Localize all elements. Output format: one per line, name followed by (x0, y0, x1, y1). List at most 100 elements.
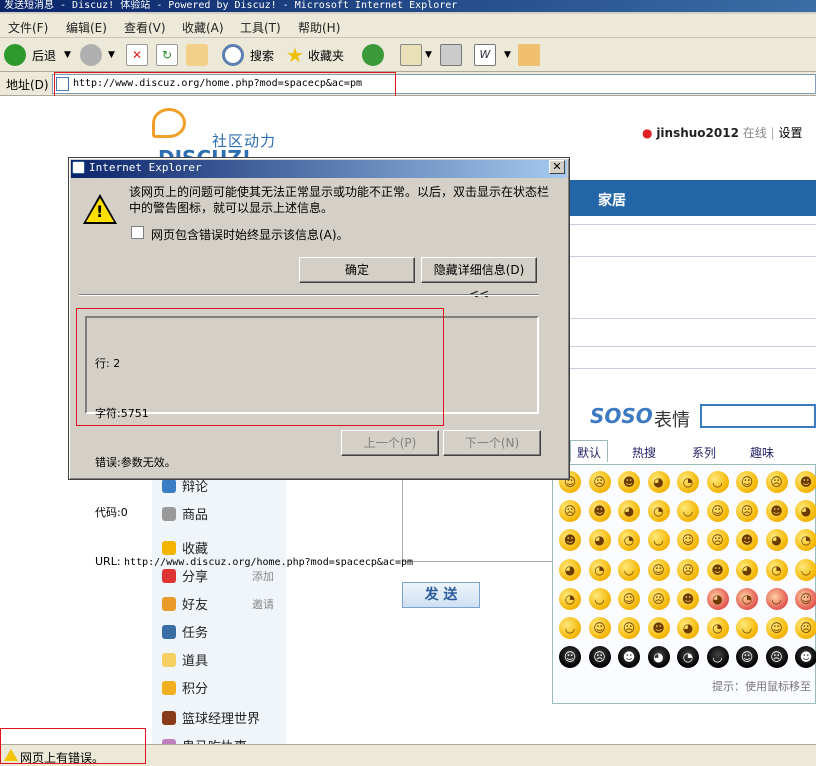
emoji-icon[interactable]: ☹ (559, 500, 581, 523)
emoji-icon[interactable]: ◕ (559, 558, 581, 581)
emoji-icon[interactable]: ◔ (736, 587, 758, 610)
emoji-icon[interactable]: ◔ (559, 587, 581, 610)
stop-button[interactable]: ✕ (126, 43, 148, 67)
always-show-checkbox[interactable] (131, 226, 144, 239)
soso-search-input[interactable] (700, 404, 816, 428)
menu-file[interactable]: 文件(F) (8, 19, 48, 36)
emoji-icon[interactable]: ☻ (795, 646, 816, 669)
emoji-icon[interactable]: ☺ (588, 617, 611, 639)
emoji-icon[interactable]: ◕ (765, 529, 788, 552)
emoji-icon[interactable]: ◔ (588, 558, 611, 581)
emoji-icon[interactable]: ◡ (559, 617, 581, 639)
emoji-icon[interactable]: ◡ (677, 500, 699, 523)
emoji-icon[interactable]: ◡ (706, 646, 729, 669)
menu-help[interactable]: 帮助(H) (298, 19, 340, 36)
emoji-icon[interactable]: ☹ (706, 529, 729, 552)
emoji-icon[interactable]: ◕ (588, 529, 611, 552)
message-textarea[interactable] (402, 474, 552, 562)
tab-series[interactable]: 系列 (692, 444, 716, 461)
emoji-icon[interactable]: ☹ (618, 617, 640, 639)
emoji-icon[interactable]: ☹ (765, 471, 788, 493)
emoji-icon[interactable]: ◔ (765, 558, 788, 581)
menu-view[interactable]: 查看(V) (124, 19, 166, 36)
next-button[interactable]: 下一个(N) (443, 430, 541, 456)
emoji-icon[interactable]: ☻ (618, 646, 640, 669)
emoji-icon[interactable]: ☻ (647, 617, 670, 639)
emoji-icon[interactable]: ☺ (736, 646, 758, 669)
menu-edit[interactable]: 编辑(E) (66, 19, 107, 36)
research-button[interactable] (518, 43, 540, 67)
sidebar-item-tasks[interactable]: 任务 (162, 622, 208, 641)
emoji-icon[interactable]: ◕ (736, 558, 758, 581)
hide-details-button[interactable]: 隐藏详细信息(D) << (421, 257, 537, 301)
emoji-icon[interactable]: ◡ (647, 529, 670, 552)
emoji-icon[interactable]: ◕ (795, 500, 816, 523)
emoji-icon[interactable]: ☻ (559, 529, 581, 552)
home-button[interactable] (186, 43, 208, 67)
settings-link[interactable]: 设置 (779, 126, 803, 140)
emoji-icon[interactable]: ◔ (618, 529, 640, 552)
ok-button[interactable]: 确定 (299, 257, 415, 283)
emoji-icon[interactable]: ☺ (647, 558, 670, 581)
favorites-button[interactable]: ★ 收藏夹 (286, 43, 344, 67)
print-button[interactable] (440, 43, 462, 67)
emoji-icon[interactable]: ☺ (559, 646, 581, 669)
emoji-icon[interactable]: ☹ (588, 646, 611, 669)
emoji-icon[interactable]: ☻ (795, 471, 816, 493)
emoji-icon[interactable]: ☻ (588, 500, 611, 523)
emoji-icon[interactable]: ◔ (795, 529, 816, 552)
emoji-icon[interactable]: ◔ (677, 471, 699, 493)
refresh-button[interactable]: ↻ (156, 43, 178, 67)
sidebar-item-game[interactable]: 鬼马吃执事 (162, 736, 247, 744)
tab-hot[interactable]: 热搜 (632, 444, 656, 461)
tab-default[interactable]: 默认 (570, 440, 609, 462)
emoji-icon[interactable]: ◡ (588, 587, 611, 610)
emoji-icon[interactable]: ◡ (795, 558, 816, 581)
emoji-icon[interactable]: ◔ (677, 646, 699, 669)
emoji-icon[interactable]: ☹ (647, 587, 670, 610)
emoji-icon[interactable]: ☹ (677, 558, 699, 581)
emoji-icon[interactable]: ☹ (588, 471, 611, 493)
emoji-icon[interactable]: ◡ (736, 617, 758, 639)
emoji-icon[interactable]: ◔ (706, 617, 729, 639)
emoji-icon[interactable]: ☻ (706, 558, 729, 581)
emoji-icon[interactable]: ◕ (706, 587, 729, 610)
tab-fun[interactable]: 趣味 (750, 444, 774, 461)
emoji-icon[interactable]: ☺ (677, 529, 699, 552)
username-link[interactable]: jinshuo2012 (656, 126, 739, 140)
emoji-icon[interactable]: ☻ (677, 587, 699, 610)
menu-favorites[interactable]: 收藏(A) (182, 19, 224, 36)
emoji-icon[interactable]: ☹ (765, 646, 788, 669)
nav-item-home[interactable]: 家居 (598, 190, 626, 210)
search-button[interactable]: 搜索 (222, 43, 274, 67)
mail-button[interactable]: ▼ (400, 43, 432, 67)
emoji-icon[interactable]: ◕ (677, 617, 699, 639)
emoji-icon[interactable]: ☺ (765, 617, 788, 639)
emoji-icon[interactable]: ☻ (765, 500, 788, 523)
emoji-icon[interactable]: ☺ (736, 471, 758, 493)
emoji-icon[interactable]: ◕ (647, 646, 670, 669)
menu-tools[interactable]: 工具(T) (240, 19, 281, 36)
emoji-icon[interactable]: ☻ (736, 529, 758, 552)
back-button[interactable]: 后退 ▼ (4, 43, 71, 67)
emoji-icon[interactable]: ☻ (618, 471, 640, 493)
sidebar-item-basketball[interactable]: 篮球经理世界 (162, 708, 260, 727)
emoji-icon[interactable]: ☹ (795, 617, 816, 639)
edit-button[interactable]: W ▼ (474, 43, 511, 67)
emoji-icon[interactable]: ◡ (765, 587, 788, 610)
emoji-icon[interactable]: ◡ (618, 558, 640, 581)
emoji-icon[interactable]: ◕ (647, 471, 670, 493)
close-button[interactable]: ✕ (549, 160, 565, 174)
emoji-icon[interactable]: ☹ (736, 500, 758, 523)
sidebar-item-credits[interactable]: 积分 (162, 678, 208, 697)
emoji-icon[interactable]: ◔ (647, 500, 670, 523)
history-button[interactable] (362, 43, 384, 67)
sidebar-item-props[interactable]: 道具 (162, 650, 208, 669)
emoji-icon[interactable]: ☺ (618, 587, 640, 610)
emoji-icon[interactable]: ☺ (706, 500, 729, 523)
emoji-icon[interactable]: ◡ (706, 471, 729, 493)
emoji-icon[interactable]: ◕ (618, 500, 640, 523)
emoji-icon[interactable]: ☺ (795, 587, 816, 610)
send-button[interactable]: 发 送 (402, 582, 480, 608)
previous-button[interactable]: 上一个(P) (341, 430, 439, 456)
